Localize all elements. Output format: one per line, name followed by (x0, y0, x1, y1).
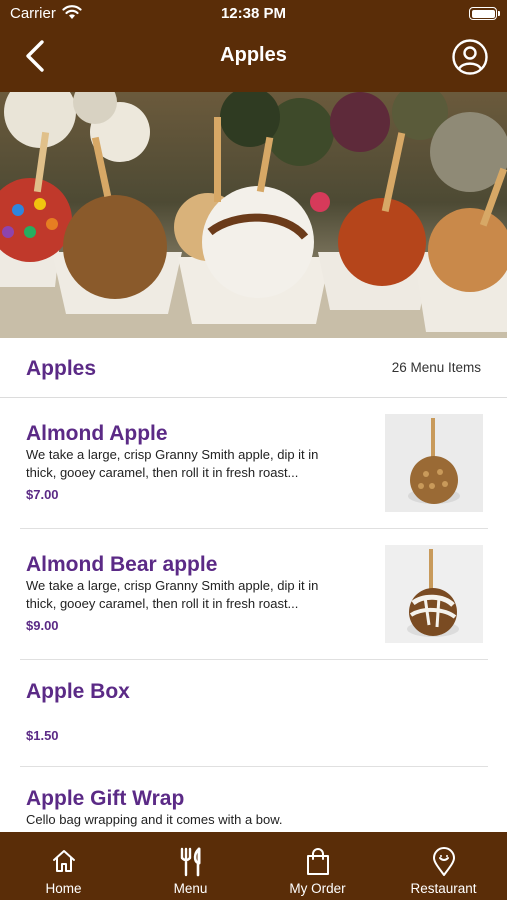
item-thumbnail (385, 414, 483, 512)
section-title: Apples (26, 357, 97, 380)
tab-label: My Order (289, 881, 346, 896)
user-circle-icon (452, 39, 488, 75)
item-thumbnail (385, 545, 483, 643)
battery-icon (469, 7, 500, 20)
tab-home[interactable]: Home (0, 832, 127, 900)
almond-bear-apple-image (385, 545, 483, 643)
hero-image (0, 92, 507, 338)
status-bar: Carrier 12:38 PM (0, 0, 507, 28)
menu-item-apple-box[interactable]: Apple Box $1.50 (20, 660, 488, 767)
tab-label: Restaurant (410, 881, 477, 896)
tab-my-order[interactable]: My Order (254, 832, 381, 900)
tab-label: Menu (173, 881, 208, 896)
menu-item-almond-apple[interactable]: Almond Apple We take a large, crisp Gran… (20, 398, 488, 529)
item-name: Almond Apple (26, 422, 168, 445)
item-description: We take a large, crisp Granny Smith appl… (26, 578, 319, 611)
item-description: Cello bag wrapping and it comes with a b… (26, 812, 283, 827)
top-bar: Carrier 12:38 PM Apples (0, 0, 507, 92)
shopping-bag-icon (306, 848, 329, 875)
clock: 12:38 PM (220, 5, 287, 22)
item-price: $1.50 (26, 728, 59, 743)
menu-item-almond-bear-apple[interactable]: Almond Bear apple We take a large, crisp… (20, 529, 488, 660)
home-icon (52, 850, 75, 872)
item-description: We take a large, crisp Granny Smith appl… (26, 447, 319, 480)
item-price: $9.00 (26, 618, 59, 633)
item-name: Apple Box (26, 680, 130, 703)
menu-item-count: 26 Menu Items (391, 360, 481, 375)
almond-apple-image (385, 414, 483, 512)
tab-restaurant[interactable]: Restaurant (380, 832, 507, 900)
profile-button[interactable] (451, 38, 489, 76)
tab-menu[interactable]: Menu (127, 832, 254, 900)
fork-knife-icon (180, 847, 200, 877)
item-name: Apple Gift Wrap (26, 787, 185, 810)
item-price: $7.00 (26, 487, 59, 502)
location-pin-icon (432, 847, 455, 876)
item-name: Almond Bear apple (26, 553, 218, 576)
bottom-tab-bar: Home Menu My Order Restaurant (0, 832, 507, 900)
tab-label: Home (45, 881, 82, 896)
section-header: Apples 26 Menu Items (0, 338, 507, 398)
caramel-apples-photo (0, 92, 507, 338)
page-title: Apples (220, 44, 287, 66)
